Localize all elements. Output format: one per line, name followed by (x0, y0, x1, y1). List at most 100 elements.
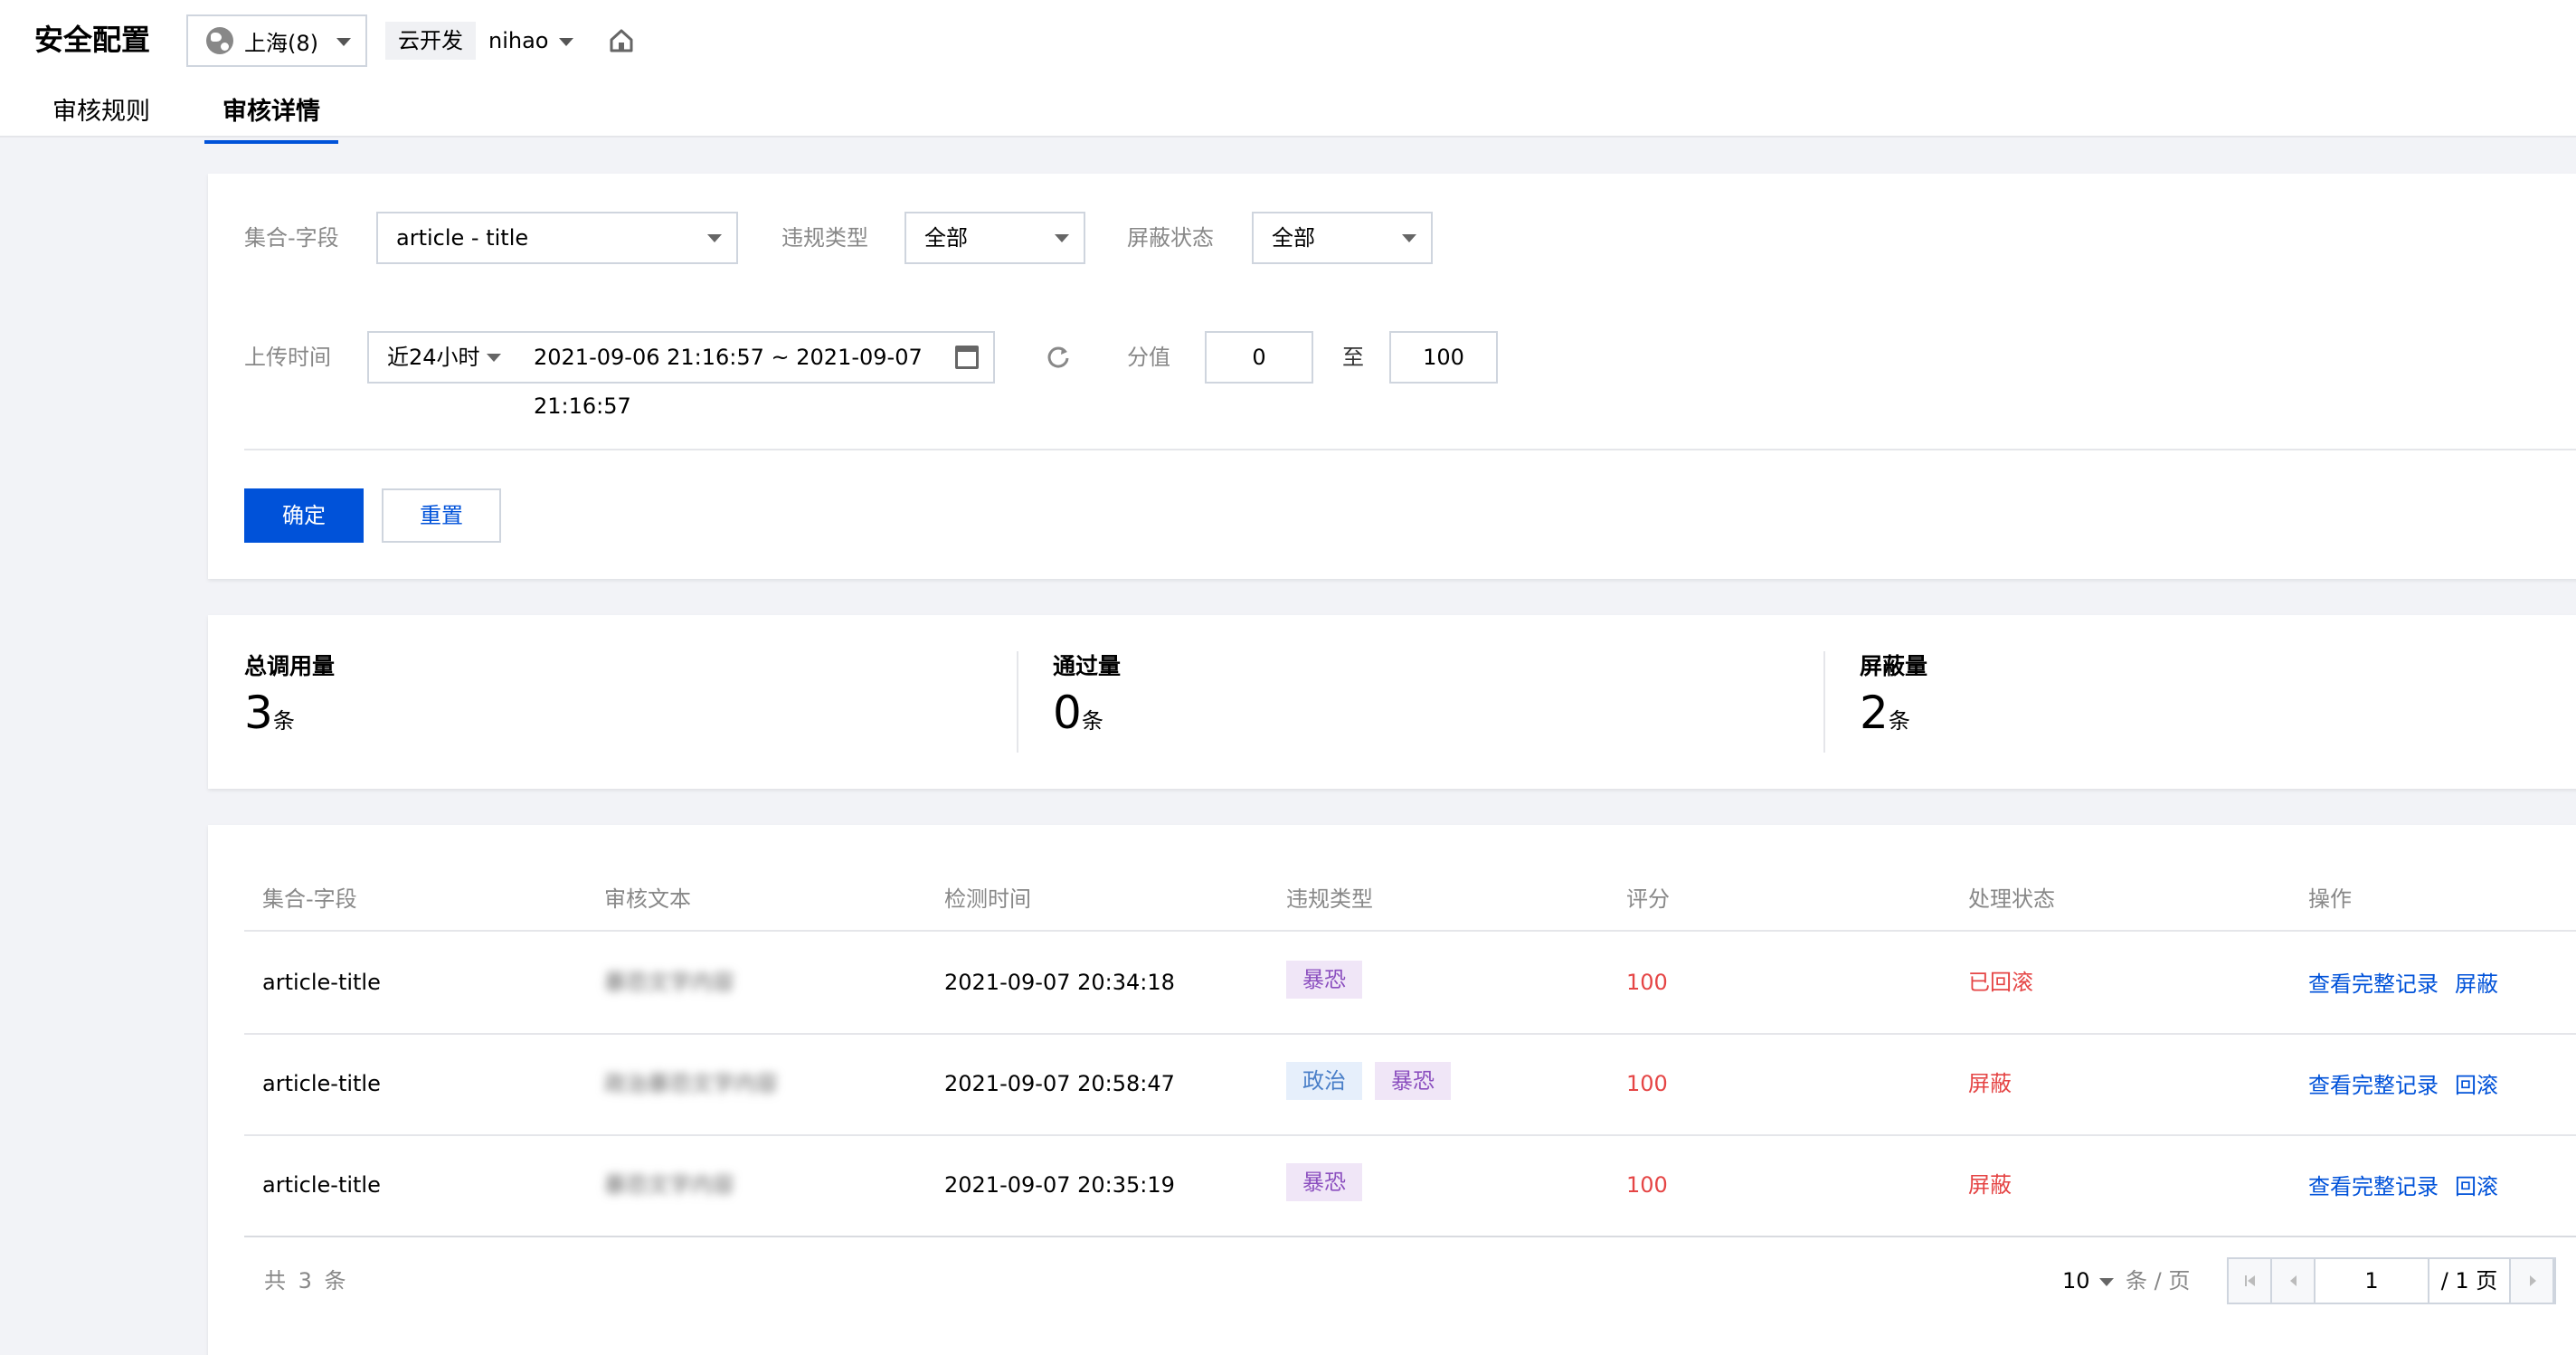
view-record-link[interactable]: 查看完整记录 (2308, 966, 2439, 1002)
collection-field-label: 集合-字段 (244, 225, 339, 251)
cell-score: 100 (1626, 1071, 1668, 1096)
first-page-button[interactable] (2229, 1259, 2272, 1303)
violation-type-select[interactable]: 全部 (904, 212, 1085, 264)
column-header: 集合-字段 (262, 886, 357, 912)
cell-text-blurred: 政治暴恐文字内容 (604, 1071, 778, 1096)
view-record-link[interactable]: 查看完整记录 (2308, 1067, 2439, 1104)
next-page-button[interactable] (2511, 1259, 2554, 1303)
cell-score: 100 (1626, 970, 1668, 995)
calendar-icon (955, 346, 979, 369)
divider (1017, 651, 1018, 753)
chevron-down-icon (2098, 1277, 2114, 1286)
time-preset-select[interactable]: 近24小时 (367, 331, 517, 384)
collection-field-select[interactable]: article - title (376, 212, 738, 264)
cell-field: article-title (262, 970, 381, 995)
block-link[interactable]: 屏蔽 (2455, 966, 2498, 1002)
divider (244, 449, 2576, 450)
page-size-select[interactable]: 10 (2062, 1263, 2114, 1299)
page-size-value: 10 (2062, 1268, 2090, 1293)
home-icon[interactable] (608, 27, 635, 54)
upload-time-label: 上传时间 (244, 345, 331, 370)
column-header: 评分 (1626, 886, 1670, 912)
page-title: 安全配置 (34, 23, 151, 57)
cell-time: 2021-09-07 20:35:19 (944, 1172, 1175, 1198)
chevron-down-icon (707, 234, 722, 242)
stat-label: 总调用量 (244, 653, 336, 679)
stat-label: 通过量 (1053, 653, 1122, 679)
chevron-down-icon (487, 354, 501, 362)
column-header: 审核文本 (604, 886, 691, 912)
chevron-down-icon (336, 38, 351, 46)
stat-unit: 条 (272, 708, 295, 734)
score-min-input[interactable]: 0 (1205, 331, 1313, 384)
region-label: 上海(8) (244, 30, 318, 56)
page-number-input[interactable]: 1 (2316, 1259, 2429, 1303)
score-max-input[interactable]: 100 (1389, 331, 1498, 384)
refresh-icon[interactable] (1046, 344, 1071, 369)
reset-button[interactable]: 重置 (382, 488, 501, 543)
block-status-select[interactable]: 全部 (1252, 212, 1433, 264)
stat-unit: 条 (1888, 708, 1910, 734)
rollback-link[interactable]: 回滚 (2455, 1067, 2498, 1104)
view-record-link[interactable]: 查看完整记录 (2308, 1169, 2439, 1205)
globe-icon (206, 27, 233, 54)
cell-status: 已回滚 (1968, 970, 2033, 995)
divider (244, 930, 2576, 932)
env-select[interactable]: nihao (488, 22, 574, 60)
stat-value: 0 (1053, 687, 1082, 739)
chevron-down-icon (1402, 234, 1416, 242)
cell-field: article-title (262, 1172, 381, 1198)
date-range-value: 2021-09-06 21:16:57 ~ 2021-09-07 21:16:5… (534, 345, 923, 419)
divider (244, 1134, 2576, 1136)
stat-value: 3 (244, 687, 273, 739)
divider (244, 1236, 2576, 1237)
cell-field: article-title (262, 1071, 381, 1096)
cell-time: 2021-09-07 20:58:47 (944, 1071, 1175, 1096)
collection-field-value: article - title (396, 225, 529, 251)
cell-text-blurred: 暴恐文字内容 (604, 1172, 734, 1198)
date-range-picker[interactable]: 2021-09-06 21:16:57 ~ 2021-09-07 21:16:5… (516, 331, 995, 419)
cell-status: 屏蔽 (1968, 1071, 2012, 1096)
pagination: 1 / 1 页 (2227, 1257, 2556, 1304)
stat-total-calls: 总调用量 3条 (244, 651, 335, 748)
violation-type-value: 全部 (924, 225, 968, 251)
chevron-down-icon (559, 37, 574, 46)
violation-type-label: 违规类型 (781, 225, 868, 251)
stat-label: 屏蔽量 (1860, 653, 1928, 679)
tab-audit-details[interactable]: 审核详情 (204, 94, 338, 144)
column-header: 操作 (2308, 886, 2352, 912)
first-page-icon (2245, 1275, 2255, 1286)
column-header: 违规类型 (1286, 886, 1373, 912)
cell-status: 屏蔽 (1968, 1172, 2012, 1198)
violation-tag: 暴恐 (1286, 961, 1362, 999)
env-name: nihao (488, 28, 549, 53)
per-page-label: 条 / 页 (2126, 1268, 2191, 1293)
env-tag: 云开发 (385, 22, 476, 60)
total-count: 共 3 条 (264, 1268, 346, 1293)
chevron-left-icon (2290, 1275, 2297, 1286)
stat-blocked: 屏蔽量 2条 (1860, 651, 1927, 748)
region-select[interactable]: 上海(8) (186, 14, 367, 67)
cell-score: 100 (1626, 1172, 1668, 1198)
column-header: 检测时间 (944, 886, 1031, 912)
violation-tag: 暴恐 (1375, 1062, 1451, 1100)
rollback-link[interactable]: 回滚 (2455, 1169, 2498, 1205)
stat-value: 2 (1860, 687, 1889, 739)
tab-bar: 审核规则 审核详情 (52, 94, 393, 144)
score-label: 分值 (1127, 345, 1170, 370)
time-preset-value: 近24小时 (387, 345, 480, 370)
divider (1823, 651, 1825, 753)
chevron-right-icon (2530, 1275, 2536, 1286)
stat-passed: 通过量 0条 (1053, 651, 1121, 748)
total-pages: / 1 页 (2429, 1259, 2511, 1303)
confirm-button[interactable]: 确定 (244, 488, 364, 543)
column-header: 处理状态 (1968, 886, 2055, 912)
tab-audit-rules[interactable]: 审核规则 (52, 94, 150, 137)
filter-panel: 集合-字段 article - title 违规类型 全部 屏蔽状态 全部 上传… (208, 174, 2576, 579)
top-header: 安全配置 上海(8) 云开发 nihao 审核规则 审核详情 (0, 0, 2576, 144)
prev-page-button[interactable] (2272, 1259, 2316, 1303)
block-status-value: 全部 (1272, 225, 1315, 251)
stat-unit: 条 (1081, 708, 1103, 734)
audit-table: 集合-字段 审核文本 检测时间 违规类型 评分 处理状态 操作 article-… (208, 825, 2576, 1355)
violation-tag: 暴恐 (1286, 1163, 1362, 1201)
